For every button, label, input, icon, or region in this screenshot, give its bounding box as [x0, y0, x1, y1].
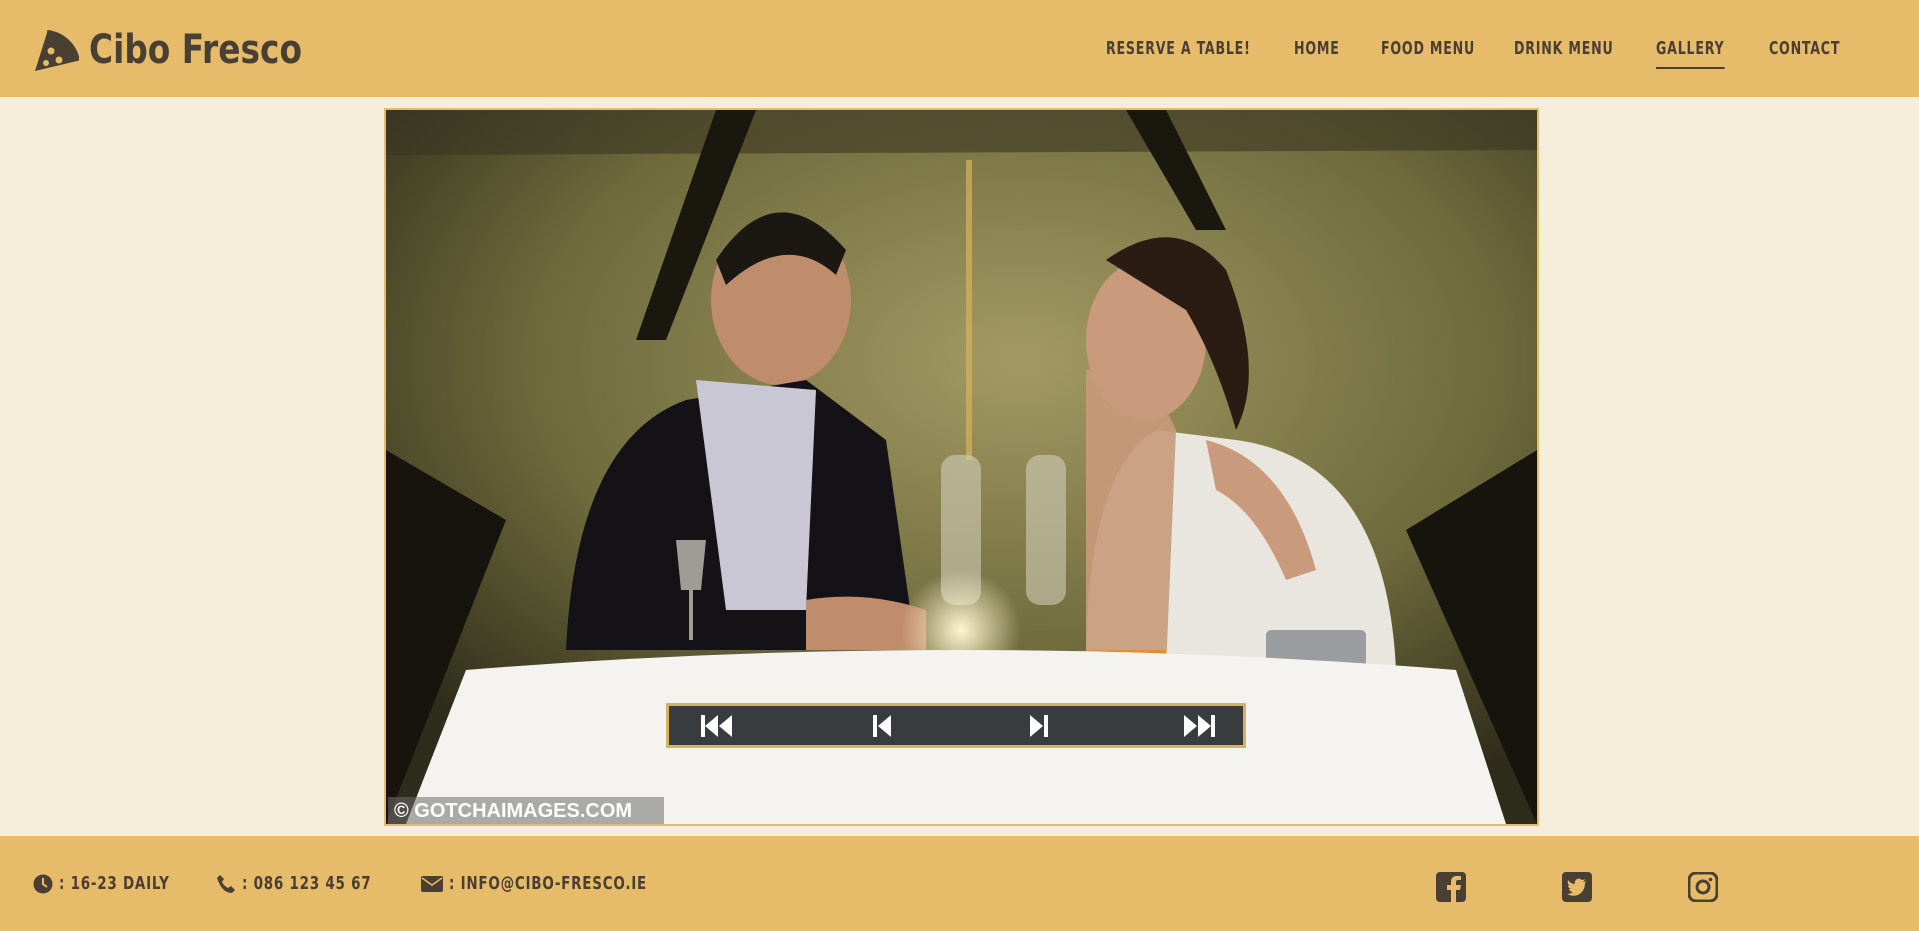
site-footer: : 16-23 DAILY : 086 123 45 67 : INFO@CIB…: [0, 836, 1919, 931]
twitter-icon: [1562, 872, 1592, 902]
nav-gallery[interactable]: GALLERY: [1656, 38, 1725, 69]
first-slide-icon: [701, 715, 732, 737]
email-address[interactable]: : INFO@CIBO-FRESCO.IE: [421, 873, 713, 894]
facebook-link[interactable]: [1436, 872, 1466, 902]
last-slide-button[interactable]: [1179, 712, 1219, 740]
clock-icon: [33, 874, 53, 893]
previous-slide-button[interactable]: [862, 712, 902, 740]
nav-drink-menu[interactable]: DRINK MENU: [1514, 38, 1613, 59]
photo-watermark: © GOTCHAIMAGES.COM: [388, 797, 664, 824]
previous-slide-icon: [873, 715, 891, 737]
slideshow-controls: [666, 703, 1246, 748]
nav-food-menu[interactable]: FOOD MENU: [1381, 38, 1475, 59]
site-header: Cibo Fresco RESERVE A TABLE! HOME FOOD M…: [0, 0, 1919, 97]
opening-hours: : 16-23 DAILY: [33, 873, 207, 894]
last-slide-icon: [1184, 715, 1215, 737]
first-slide-button[interactable]: [697, 712, 737, 740]
phone-icon: [217, 874, 235, 893]
facebook-icon: [1436, 872, 1466, 902]
twitter-link[interactable]: [1562, 872, 1592, 902]
email-address-text: : INFO@CIBO-FRESCO.IE: [449, 873, 647, 894]
phone-number-text: : 086 123 45 67: [242, 873, 372, 894]
opening-hours-text: : 16-23 DAILY: [59, 873, 170, 894]
next-slide-icon: [1030, 715, 1048, 737]
nav-contact[interactable]: CONTACT: [1769, 38, 1840, 59]
nav-reserve-table[interactable]: RESERVE A TABLE!: [1106, 38, 1251, 59]
envelope-icon: [421, 875, 443, 892]
phone-number[interactable]: : 086 123 45 67: [216, 873, 415, 894]
main-nav: RESERVE A TABLE! HOME FOOD MENU DRINK ME…: [0, 0, 1919, 97]
next-slide-button[interactable]: [1019, 712, 1059, 740]
instagram-link[interactable]: [1687, 871, 1719, 903]
instagram-icon: [1687, 871, 1719, 903]
nav-home[interactable]: HOME: [1294, 38, 1340, 59]
